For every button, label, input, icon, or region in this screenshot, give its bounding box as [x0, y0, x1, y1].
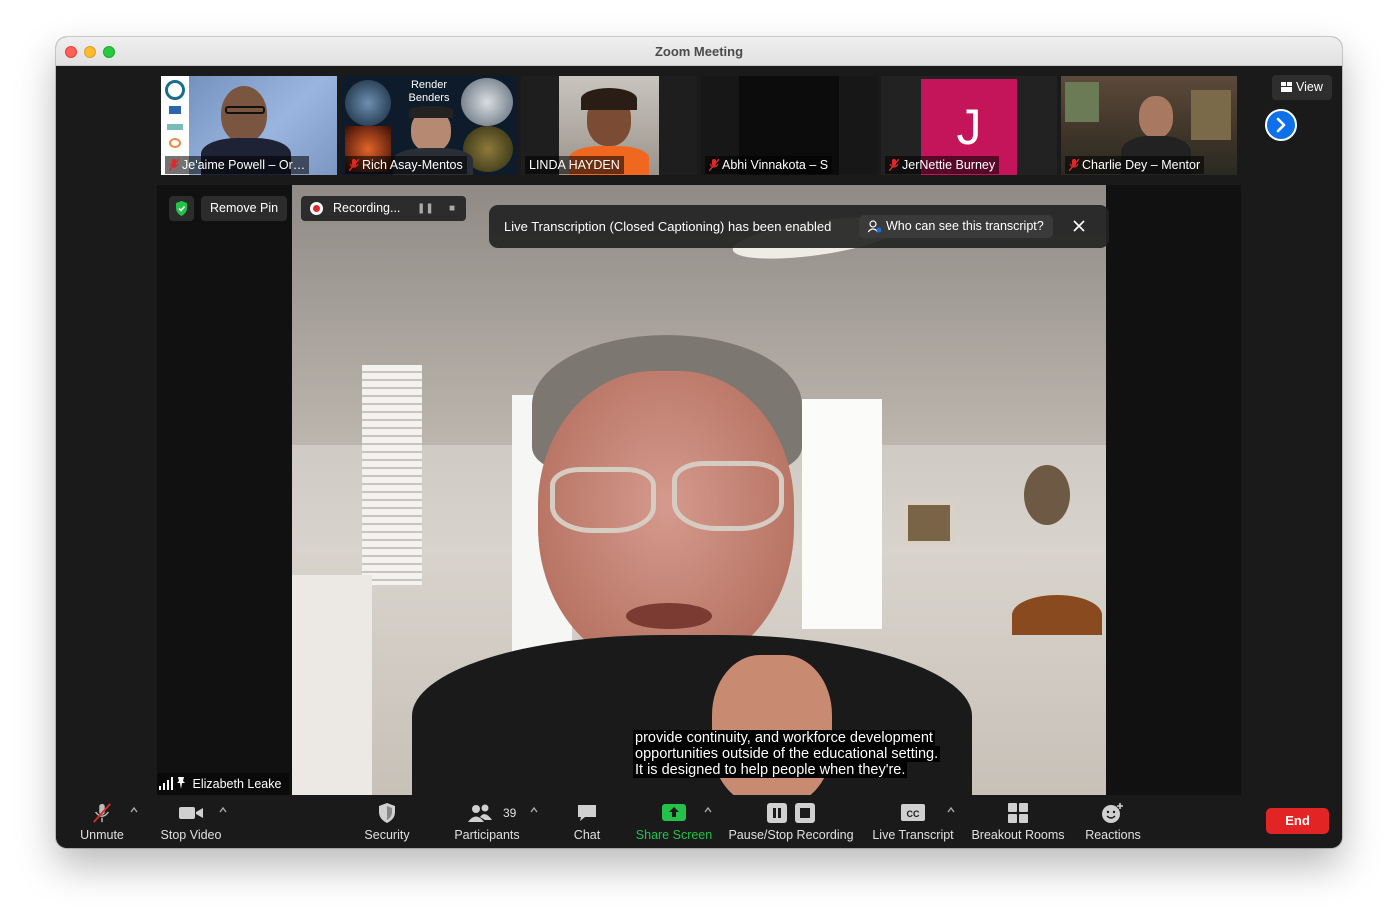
signal-pin-icon [159, 777, 185, 790]
caption-line: It is designed to help people when they'… [633, 762, 908, 778]
participant-gallery: Je'aime Powell – Or… Render Benders Rich… [56, 66, 1342, 183]
lamp [1012, 595, 1102, 635]
chevron-up-icon[interactable] [129, 805, 139, 815]
participant-hair [581, 88, 637, 110]
participant-tile[interactable]: J JerNettie Burney [881, 76, 1057, 175]
chevron-up-icon[interactable] [529, 805, 539, 815]
participant-tile[interactable]: LINDA HAYDEN [521, 76, 697, 175]
participant-name-label: LINDA HAYDEN [525, 156, 624, 174]
stop-video-button[interactable]: Stop Video [155, 795, 227, 848]
chevron-right-icon [1276, 117, 1286, 133]
who-can-see-transcript-button[interactable]: Who can see this transcript? [859, 215, 1053, 238]
chevron-up-icon[interactable] [703, 805, 713, 815]
share-screen-button[interactable]: Share Screen [634, 795, 714, 848]
emoji-reaction-icon [1102, 803, 1123, 823]
participant-name-label: Charlie Dey – Mentor [1065, 156, 1205, 174]
closed-captions: provide continuity, and workforce develo… [633, 730, 941, 778]
participant-tile[interactable]: Abhi Vinnakota – S [701, 76, 877, 175]
water-emblem [345, 80, 391, 126]
muted-mic-icon [1069, 159, 1079, 171]
pause-stop-icon [767, 803, 815, 823]
logo-icon [165, 80, 185, 100]
window [802, 399, 882, 629]
participants-button[interactable]: 39 Participants [450, 795, 524, 848]
chat-bubble-icon [578, 805, 596, 821]
zoom-window: Zoom Meeting Je'aime Powell – Or… Render [56, 37, 1342, 848]
video-camera-icon [179, 807, 203, 819]
participant-face [221, 86, 267, 142]
muted-mic-icon [349, 159, 359, 171]
meeting-toolbar: Unmute Stop Video Security 39 Participan… [56, 795, 1342, 848]
wall-clock [1024, 465, 1070, 525]
shield-icon [379, 803, 395, 823]
muted-mic-icon [709, 159, 719, 171]
end-meeting-button[interactable]: End [1266, 808, 1329, 834]
recording-indicator: Recording... ❚❚ ■ [301, 196, 466, 221]
speaker-glasses-right [672, 461, 784, 531]
background-scene [1065, 82, 1099, 122]
live-transcription-banner: Live Transcription (Closed Captioning) h… [489, 205, 1109, 248]
grid-view-icon [1281, 82, 1292, 92]
muted-mic-icon [93, 803, 111, 823]
participant-face [1139, 96, 1173, 138]
participant-tile[interactable]: Render Benders Rich Asay-Mentos [341, 76, 517, 175]
shield-check-icon [176, 201, 187, 216]
banner-message: Live Transcription (Closed Captioning) h… [504, 219, 832, 234]
participants-icon [468, 804, 492, 822]
participant-name-label: Je'aime Powell – Or… [165, 156, 310, 174]
active-speaker-label: Elizabeth Leake [157, 773, 290, 795]
closed-caption-icon: CC [901, 804, 925, 821]
title-bar: Zoom Meeting [56, 37, 1342, 66]
caption-line: provide continuity, and workforce develo… [633, 730, 935, 746]
recording-dot-icon [310, 202, 323, 215]
window-blinds [362, 365, 422, 585]
glasses [225, 106, 265, 114]
remove-pin-button[interactable]: Remove Pin [201, 196, 288, 221]
logo-icon [169, 138, 181, 148]
fireplace [292, 575, 372, 795]
caption-line: opportunities outside of the educational… [633, 746, 941, 762]
next-page-button[interactable] [1265, 109, 1297, 141]
svg-text:CC: CC [907, 809, 920, 819]
chevron-up-icon[interactable] [946, 805, 956, 815]
breakout-rooms-icon [1008, 803, 1028, 823]
air-emblem [461, 78, 513, 126]
beanie [409, 106, 453, 118]
share-screen-icon [662, 804, 686, 821]
participant-name-label: Rich Asay-Mentos [345, 156, 467, 174]
speaker-video [292, 185, 1106, 795]
participant-tile[interactable]: Charlie Dey – Mentor [1061, 76, 1237, 175]
chat-button[interactable]: Chat [565, 795, 609, 848]
participant-tile[interactable]: Je'aime Powell – Or… [161, 76, 337, 175]
person-info-icon [868, 220, 881, 233]
logo-icon [169, 106, 181, 114]
speaker-glasses-left [550, 467, 656, 533]
window-title: Zoom Meeting [654, 44, 744, 59]
muted-mic-icon [169, 159, 179, 171]
stop-recording-button[interactable]: ■ [444, 196, 460, 221]
unmute-button[interactable]: Unmute [72, 795, 132, 848]
logo-icon [167, 124, 183, 130]
reactions-button[interactable]: Reactions [1082, 795, 1144, 848]
close-icon[interactable] [1071, 218, 1087, 234]
encryption-shield-button[interactable] [169, 196, 194, 221]
view-button[interactable]: View [1272, 75, 1332, 100]
security-button[interactable]: Security [358, 795, 416, 848]
breakout-rooms-button[interactable]: Breakout Rooms [970, 795, 1066, 848]
active-speaker-stage: Remove Pin Recording... ❚❚ ■ Live Transc… [157, 185, 1241, 795]
participant-count: 39 [503, 806, 517, 820]
overlay-text: Render Benders [408, 79, 450, 104]
chevron-up-icon[interactable] [218, 805, 228, 815]
picture-frame [904, 501, 954, 545]
pause-stop-recording-button[interactable]: Pause/Stop Recording [728, 795, 854, 848]
background-scene [1191, 90, 1231, 140]
live-transcript-button[interactable]: CC Live Transcript [868, 795, 958, 848]
participant-name-label: JerNettie Burney [885, 156, 1000, 174]
participant-name-label: Abhi Vinnakota – S [705, 156, 833, 174]
pause-recording-button[interactable]: ❚❚ [417, 196, 434, 221]
speaker-mouth [626, 603, 712, 629]
muted-mic-icon [889, 159, 899, 171]
